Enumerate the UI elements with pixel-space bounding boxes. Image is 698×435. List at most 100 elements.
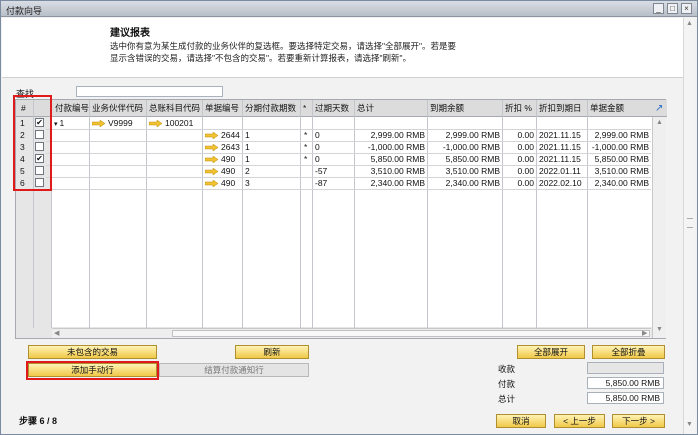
installment-cell[interactable]: 2 (243, 165, 300, 177)
window-title: 付款向导 (6, 6, 43, 16)
table-row[interactable]: 6 490 3 -87 2,340.00 RMB 2,340.00 RMB 0.… (16, 177, 667, 189)
wizard-header: 建议报表 选中你有意为某生成付款的业务伙伴的复选框。要选择特定交易，请选择"全部… (2, 18, 684, 78)
expand-all-button[interactable]: 全部展开 (517, 345, 585, 359)
col-header-discount[interactable]: 折扣 % (503, 100, 532, 117)
excluded-transactions-button[interactable]: 未包含的交易 (28, 345, 157, 359)
scroll-grip-icon[interactable] (687, 218, 693, 228)
link-arrow-icon[interactable] (205, 180, 218, 188)
gl-code-cell[interactable]: 100201 (147, 117, 202, 129)
discount-date-cell[interactable]: 2022.02.10 (537, 177, 587, 189)
scroll-down-icon[interactable]: ▼ (656, 326, 663, 333)
maximize-icon[interactable]: □ (667, 3, 678, 14)
grid-horizontal-scrollbar[interactable]: ◀ ▶ (52, 328, 651, 338)
bp-code-cell[interactable]: V9999 (90, 117, 146, 129)
link-arrow-icon[interactable] (205, 144, 218, 152)
discount-cell[interactable]: 0.00 (503, 165, 536, 177)
discount-date-cell[interactable]: 2021.11.15 (537, 141, 587, 153)
doc-no-cell[interactable]: 490 (203, 165, 242, 177)
total-cell[interactable]: 5,850.00 RMB (355, 153, 427, 165)
doc-no-cell[interactable]: 2643 (203, 141, 242, 153)
overdue-days-cell[interactable]: 0 (313, 153, 354, 165)
link-arrow-icon[interactable] (149, 120, 162, 128)
scroll-down-icon[interactable]: ▼ (686, 421, 693, 428)
discount-date-cell[interactable]: 2022.01.11 (537, 165, 587, 177)
discount-cell[interactable]: 0.00 (503, 153, 536, 165)
col-header-doc-no[interactable]: 单据编号 (203, 100, 239, 117)
table-row[interactable]: 2 2644 1 * 0 2,999.00 RMB 2,999.00 RMB 0… (16, 129, 667, 141)
balance-due-cell[interactable]: 2,340.00 RMB (428, 177, 502, 189)
col-header-total[interactable]: 总计 (355, 100, 374, 117)
grid-vertical-scrollbar[interactable]: ▲ ▼ (652, 117, 666, 338)
total-cell[interactable]: 3,510.00 RMB (355, 165, 427, 177)
doc-amount-cell[interactable]: 5,850.00 RMB (588, 153, 651, 165)
scroll-up-icon[interactable]: ▲ (686, 20, 693, 27)
doc-no-cell[interactable]: 490 (203, 177, 242, 189)
installment-cell[interactable]: 3 (243, 177, 300, 189)
discount-date-cell[interactable]: 2021.11.15 (537, 153, 587, 165)
description-line-2: 显示含错误的交易，请选择"不包含的交易"。若要重新计算报表，请选择"刷新"。 (110, 53, 412, 63)
minimize-icon[interactable]: _ (653, 3, 664, 14)
close-icon[interactable]: × (681, 3, 692, 14)
link-arrow-icon[interactable] (205, 168, 218, 176)
grid-hline (46, 189, 651, 190)
col-header-discount-date[interactable]: 折扣到期日 (537, 100, 582, 117)
scroll-thumb[interactable] (172, 330, 650, 337)
col-header-overdue-days[interactable]: 过期天数 (313, 100, 349, 117)
overdue-days-cell[interactable]: 0 (313, 129, 354, 141)
total-field: 5,850.00 RMB (587, 392, 664, 404)
installment-cell[interactable]: 1 (243, 141, 300, 153)
doc-no: 490 (221, 154, 236, 164)
collapse-all-button[interactable]: 全部折叠 (592, 345, 665, 359)
table-row[interactable]: 1 ✔ ▾ 1 V9999 100201 (16, 117, 667, 129)
discount-date-cell[interactable]: 2021.11.15 (537, 129, 587, 141)
total-cell[interactable]: -1,000.00 RMB (355, 141, 427, 153)
next-button[interactable]: 下一步 > (612, 414, 665, 428)
doc-amount-cell[interactable]: 2,999.00 RMB (588, 129, 651, 141)
col-header-payment-no[interactable]: 付款编号 (53, 100, 89, 117)
link-arrow-icon[interactable] (205, 156, 218, 164)
scroll-left-icon[interactable]: ◀ (54, 329, 59, 337)
overdue-days-cell[interactable]: 0 (313, 141, 354, 153)
balance-due-cell[interactable]: 5,850.00 RMB (428, 153, 502, 165)
discount-cell[interactable]: 0.00 (503, 129, 536, 141)
col-header-gl-code[interactable]: 总账科目代码 (147, 100, 200, 117)
link-arrow-icon[interactable] (205, 132, 218, 140)
col-header-star[interactable]: * (301, 100, 306, 117)
balance-due-cell[interactable]: -1,000.00 RMB (428, 141, 502, 153)
back-button[interactable]: < 上一步 (554, 414, 605, 428)
overdue-days-cell[interactable]: -87 (313, 177, 354, 189)
link-arrow-icon[interactable] (92, 120, 105, 128)
col-header-balance-due[interactable]: 到期余额 (428, 100, 464, 117)
payment-no-cell[interactable]: ▾ 1 (52, 117, 89, 129)
installment-cell[interactable]: 1 (243, 129, 300, 141)
scroll-right-icon[interactable]: ▶ (642, 329, 647, 337)
col-header-installment[interactable]: 分期付款期数 (243, 100, 296, 117)
doc-amount-cell[interactable]: -1,000.00 RMB (588, 141, 651, 153)
refresh-button[interactable]: 刷新 (235, 345, 309, 359)
step-indicator: 步骤 6 / 8 (19, 416, 58, 426)
grid-header: # 付款编号 业务伙伴代码 总账科目代码 单据编号 分期付款期数 * 过期天数 … (16, 100, 667, 117)
table-row[interactable]: 4 ✔ 490 1 * 0 5,850.00 RMB 5,850.00 RMB … (16, 153, 667, 165)
overdue-days-cell[interactable]: -57 (313, 165, 354, 177)
col-header-doc-amount[interactable]: 单据金额 (588, 100, 624, 117)
doc-no-cell[interactable]: 2644 (203, 129, 242, 141)
doc-amount-cell[interactable]: 3,510.00 RMB (588, 165, 651, 177)
discount-cell[interactable]: 0.00 (503, 141, 536, 153)
col-header-bp-code[interactable]: 业务伙伴代码 (90, 100, 143, 117)
table-row[interactable]: 3 2643 1 * 0 -1,000.00 RMB -1,000.00 RMB… (16, 141, 667, 153)
expand-grid-icon[interactable]: ↗ (653, 100, 663, 117)
table-row[interactable]: 5 490 2 -57 3,510.00 RMB 3,510.00 RMB 0.… (16, 165, 667, 177)
scroll-up-icon[interactable]: ▲ (656, 119, 663, 126)
balance-due-cell[interactable]: 3,510.00 RMB (428, 165, 502, 177)
payment-wizard-window: 付款向导 _ □ × 建议报表 选中你有意为某生成付款的业务伙伴的复选框。要选择… (0, 0, 698, 435)
total-cell[interactable]: 2,999.00 RMB (355, 129, 427, 141)
total-cell[interactable]: 2,340.00 RMB (355, 177, 427, 189)
installment-cell[interactable]: 1 (243, 153, 300, 165)
discount-cell[interactable]: 0.00 (503, 177, 536, 189)
doc-no-cell[interactable]: 490 (203, 153, 242, 165)
cancel-button[interactable]: 取消 (496, 414, 546, 428)
balance-due-cell[interactable]: 2,999.00 RMB (428, 129, 502, 141)
find-input[interactable] (76, 86, 223, 97)
window-vertical-scrollbar[interactable]: ▲ ▼ (683, 18, 695, 434)
doc-amount-cell[interactable]: 2,340.00 RMB (588, 177, 651, 189)
